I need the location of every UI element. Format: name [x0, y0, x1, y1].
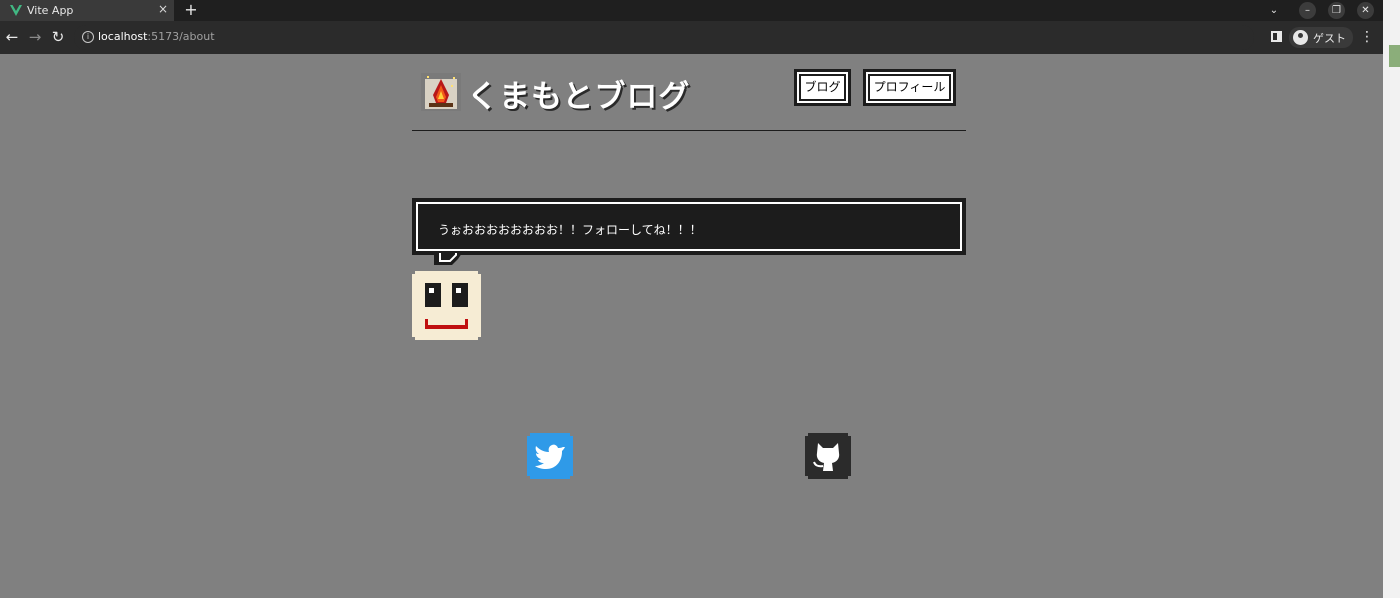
site-info-icon[interactable]: i — [82, 31, 94, 43]
reload-icon[interactable]: ↻ — [49, 28, 67, 46]
back-icon[interactable]: ← — [3, 28, 21, 46]
github-icon[interactable] — [805, 433, 851, 479]
profile-button[interactable]: ゲスト — [1289, 27, 1353, 48]
campfire-logo-icon[interactable] — [421, 73, 461, 111]
tab-title: Vite App — [27, 4, 74, 17]
speech-text: うぉおおおおおおおお！！フォローしてね！！！ — [438, 223, 702, 237]
adjacent-window-edge — [1383, 0, 1400, 598]
vite-favicon-icon — [10, 5, 22, 16]
avatar-icon — [1293, 30, 1308, 45]
speech-bubble-frame: うぉおおおおおおおお！！フォローしてね！！！ — [416, 202, 962, 251]
adjacent-window-accent — [1389, 45, 1400, 67]
tab-close-icon[interactable]: × — [157, 2, 169, 17]
nav-profile-button[interactable]: プロフィール — [863, 69, 956, 106]
address-bar[interactable]: i localhost:5173/about — [74, 25, 1254, 50]
header-divider — [412, 130, 966, 131]
new-tab-button[interactable]: + — [182, 1, 200, 19]
restore-button[interactable]: ❐ — [1328, 2, 1345, 19]
twitter-icon[interactable] — [527, 433, 573, 479]
browser-tab-bar: Vite App × + ⌄ – ❐ ✕ — [0, 0, 1400, 21]
browser-menu-icon[interactable]: ⋮ — [1360, 28, 1374, 46]
minimize-button[interactable]: – — [1299, 2, 1316, 19]
browser-tab[interactable]: Vite App × — [0, 0, 174, 21]
browser-toolbar: ← → ↻ i localhost:5173/about ゲスト ⋮ — [0, 21, 1400, 54]
speech-bubble: うぉおおおおおおおお！！フォローしてね！！！ — [412, 198, 966, 255]
page-viewport: くまもとブログ ブログ プロフィール うぉおおおおおおおお！！フォローしてね！！… — [0, 54, 1383, 598]
url-path: :5173/about — [147, 30, 215, 43]
speech-bubble-tail — [434, 253, 462, 265]
url-host: localhost — [98, 30, 148, 43]
smiley-avatar-icon — [412, 271, 481, 340]
nav-blog-button[interactable]: ブログ — [794, 69, 851, 106]
site-title[interactable]: くまもとブログ — [467, 71, 690, 116]
url-text: localhost:5173/about — [98, 30, 215, 43]
profile-name: ゲスト — [1313, 32, 1346, 45]
tab-search-icon[interactable]: ⌄ — [1266, 2, 1282, 19]
forward-icon[interactable]: → — [26, 28, 44, 46]
side-panel-icon[interactable] — [1271, 31, 1282, 42]
close-window-button[interactable]: ✕ — [1357, 2, 1374, 19]
